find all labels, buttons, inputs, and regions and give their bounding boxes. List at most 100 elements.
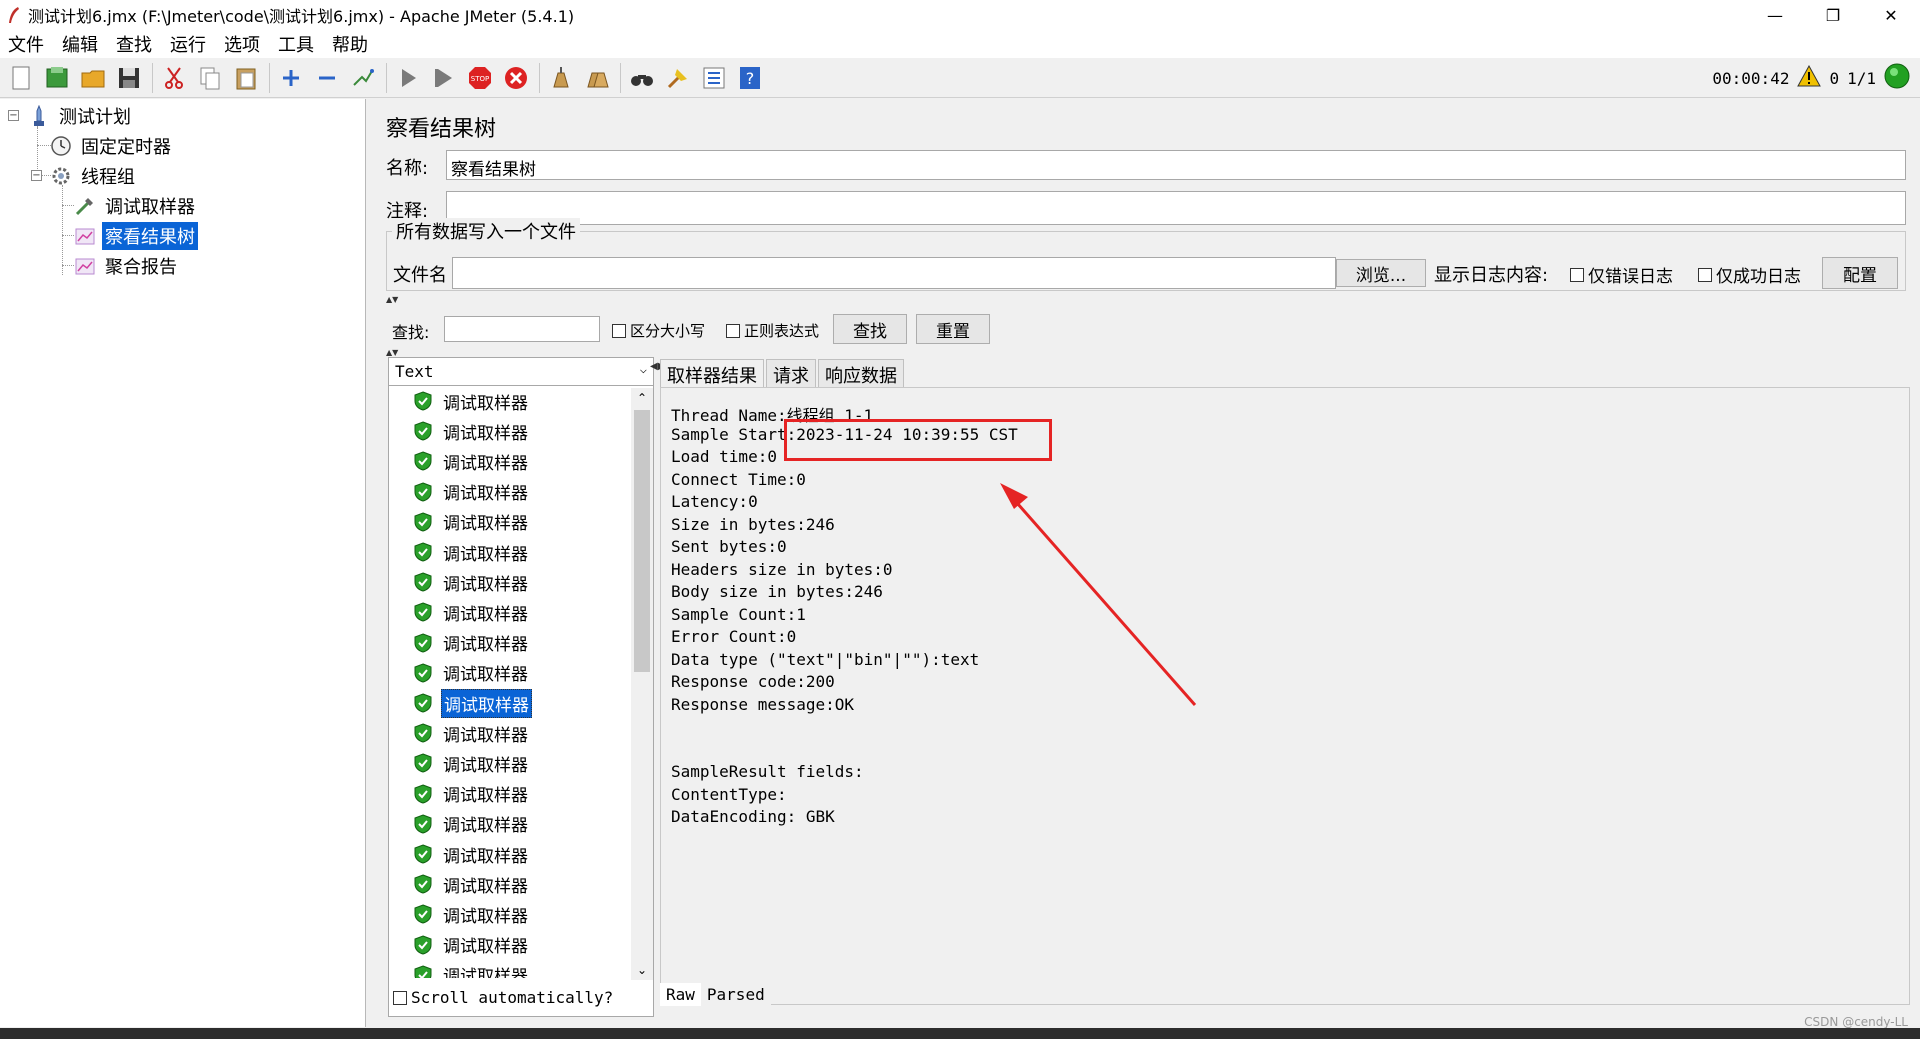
- clear-all-icon[interactable]: [582, 63, 612, 93]
- renderer-select[interactable]: Text ⌵: [389, 358, 653, 386]
- active-threads: 1/1: [1847, 68, 1876, 88]
- success-only-checkbox[interactable]: 仅成功日志: [1698, 262, 1801, 287]
- checkbox-box[interactable]: [612, 323, 626, 338]
- list-item[interactable]: 调试取样器: [403, 720, 530, 746]
- tab-parsed[interactable]: Parsed: [700, 983, 771, 1006]
- minimize-button[interactable]: —: [1746, 0, 1804, 30]
- comment-field[interactable]: [446, 191, 1906, 225]
- toolbar-separator: [620, 62, 621, 93]
- tab-request[interactable]: 请求: [766, 359, 816, 390]
- checkbox-box[interactable]: [1698, 267, 1712, 282]
- result-line: Body size in bytes:246: [671, 582, 883, 601]
- split-divider-handle[interactable]: ▲▼: [386, 295, 398, 304]
- split-divider-handle[interactable]: ▲▼: [386, 348, 398, 357]
- list-item[interactable]: 调试取样器: [403, 599, 530, 625]
- copy-icon[interactable]: [195, 63, 225, 93]
- open-icon[interactable]: [78, 63, 108, 93]
- list-item[interactable]: 调试取样器: [403, 448, 530, 474]
- reset-button[interactable]: 重置: [916, 314, 990, 344]
- list-item[interactable]: 调试取样器: [403, 750, 530, 776]
- success-shield-icon: [413, 602, 433, 622]
- menu-help[interactable]: 帮助: [330, 31, 370, 57]
- tree-item-constant-timer[interactable]: 固定定时器: [50, 132, 174, 160]
- menu-edit[interactable]: 编辑: [60, 31, 100, 57]
- list-item[interactable]: 调试取样器: [403, 509, 530, 535]
- success-shield-icon: [413, 482, 433, 502]
- filename-label: 文件名: [393, 265, 447, 286]
- collapse-toggle-thread-group[interactable]: −: [31, 170, 42, 181]
- checkbox-box[interactable]: [1570, 267, 1584, 282]
- tab-response-data[interactable]: 响应数据: [818, 359, 904, 390]
- list-item[interactable]: 调试取样器: [403, 811, 530, 837]
- list-item[interactable]: 调试取样器: [403, 479, 530, 505]
- scroll-down-icon[interactable]: ⌄: [631, 960, 653, 980]
- expand-icon[interactable]: [276, 63, 306, 93]
- tree-item-debug-sampler[interactable]: 调试取样器: [74, 192, 198, 220]
- list-item[interactable]: 调试取样器: [403, 871, 530, 897]
- list-item[interactable]: 调试取样器: [403, 660, 530, 686]
- scroll-thumb[interactable]: [634, 410, 650, 672]
- chevron-down-icon[interactable]: ⌵: [640, 362, 647, 376]
- search-input[interactable]: [444, 316, 600, 342]
- list-item[interactable]: 调试取样器: [403, 418, 530, 444]
- scroll-automatically-checkbox[interactable]: Scroll automatically?: [393, 988, 613, 1007]
- help-icon[interactable]: ?: [735, 63, 765, 93]
- list-item[interactable]: 调试取样器: [403, 688, 532, 718]
- configure-button[interactable]: 配置: [1822, 257, 1898, 289]
- list-scrollbar[interactable]: ⌃ ⌄: [631, 388, 653, 980]
- save-icon[interactable]: [114, 63, 144, 93]
- clear-icon[interactable]: [546, 63, 576, 93]
- paste-icon[interactable]: [231, 63, 261, 93]
- menu-tools[interactable]: 工具: [276, 31, 316, 57]
- name-field[interactable]: 察看结果树: [446, 150, 1906, 180]
- restore-button[interactable]: ❐: [1804, 0, 1862, 30]
- toggle-icon[interactable]: [348, 63, 378, 93]
- start-icon[interactable]: [393, 63, 423, 93]
- list-item[interactable]: 调试取样器: [403, 841, 530, 867]
- list-item[interactable]: 调试取样器: [403, 962, 530, 978]
- tab-raw[interactable]: Raw: [660, 983, 701, 1006]
- tree-item-view-results-tree[interactable]: 察看结果树: [74, 222, 198, 250]
- tree-item-test-plan[interactable]: 测试计划: [28, 102, 134, 130]
- list-item[interactable]: 调试取样器: [403, 901, 530, 927]
- cut-icon[interactable]: [159, 63, 189, 93]
- stop-icon[interactable]: STOP: [465, 63, 495, 93]
- menu-search[interactable]: 查找: [114, 31, 154, 57]
- sampler-result-text[interactable]: Thread Name:线程组 1-1 Sample Start:2023-11-…: [660, 387, 1910, 1005]
- close-button[interactable]: ✕: [1862, 0, 1920, 30]
- function-helper-icon[interactable]: [699, 63, 729, 93]
- new-icon[interactable]: [6, 63, 36, 93]
- templates-icon[interactable]: [42, 63, 72, 93]
- filename-field[interactable]: [452, 257, 1336, 289]
- collapse-toggle-test-plan[interactable]: −: [8, 110, 19, 121]
- tree-item-thread-group[interactable]: 线程组: [50, 162, 138, 190]
- menu-options[interactable]: 选项: [222, 31, 262, 57]
- list-item[interactable]: 调试取样器: [403, 569, 530, 595]
- checkbox-box[interactable]: [726, 323, 740, 338]
- menu-run[interactable]: 运行: [168, 31, 208, 57]
- list-item[interactable]: 调试取样器: [403, 539, 530, 565]
- scroll-up-icon[interactable]: ⌃: [631, 388, 653, 408]
- start-no-pause-icon[interactable]: [429, 63, 459, 93]
- list-item-label: 调试取样器: [443, 544, 528, 565]
- reset-search-icon[interactable]: [663, 63, 693, 93]
- case-sensitive-checkbox[interactable]: 区分大小写: [612, 320, 705, 341]
- list-item[interactable]: 调试取样器: [403, 932, 530, 958]
- shutdown-icon[interactable]: [501, 63, 531, 93]
- browse-button[interactable]: 浏览...: [1336, 259, 1426, 287]
- binoculars-icon[interactable]: [627, 63, 657, 93]
- list-item[interactable]: 调试取样器: [403, 388, 530, 414]
- tree-item-aggregate-report[interactable]: 聚合报告: [74, 252, 180, 280]
- result-line: Data type ("text"|"bin"|""):text: [671, 649, 980, 669]
- list-item[interactable]: 调试取样器: [403, 630, 530, 656]
- warning-icon[interactable]: [1797, 64, 1822, 91]
- errors-only-checkbox[interactable]: 仅错误日志: [1570, 262, 1673, 287]
- collapse-icon[interactable]: [312, 63, 342, 93]
- find-button[interactable]: 查找: [833, 314, 907, 344]
- regex-checkbox[interactable]: 正则表达式: [726, 320, 819, 341]
- list-item[interactable]: 调试取样器: [403, 781, 530, 807]
- checkbox-box[interactable]: [393, 990, 407, 1005]
- tab-sampler-result[interactable]: 取样器结果: [660, 359, 764, 390]
- result-line: Sample Count:1: [671, 604, 806, 624]
- menu-file[interactable]: 文件: [6, 31, 46, 57]
